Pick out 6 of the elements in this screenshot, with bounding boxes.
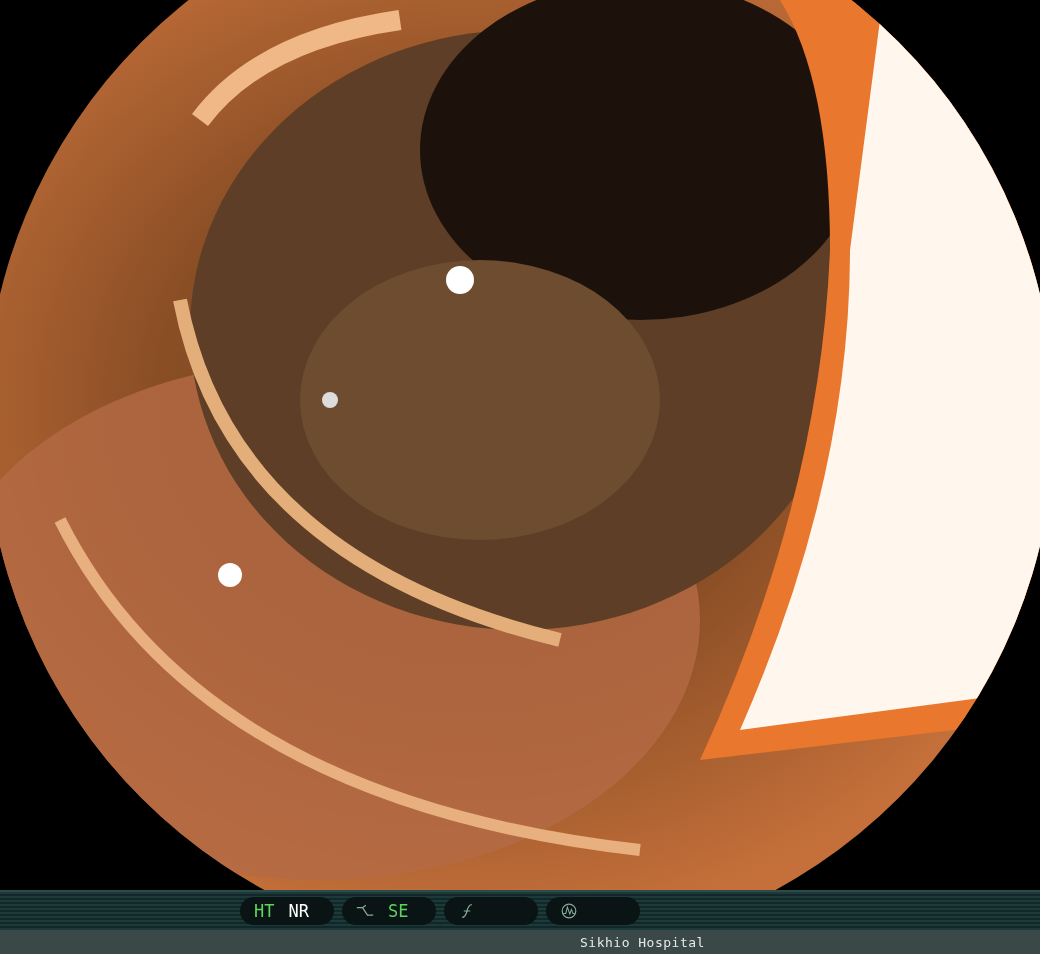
wave-icon [560, 903, 578, 919]
hospital-name: Sikhio Hospital [580, 934, 705, 950]
mode-indicator: NR [288, 901, 309, 921]
curve-icon [356, 903, 374, 919]
mode-indicator: HT [254, 901, 275, 921]
mode-indicator: SE [388, 901, 409, 921]
